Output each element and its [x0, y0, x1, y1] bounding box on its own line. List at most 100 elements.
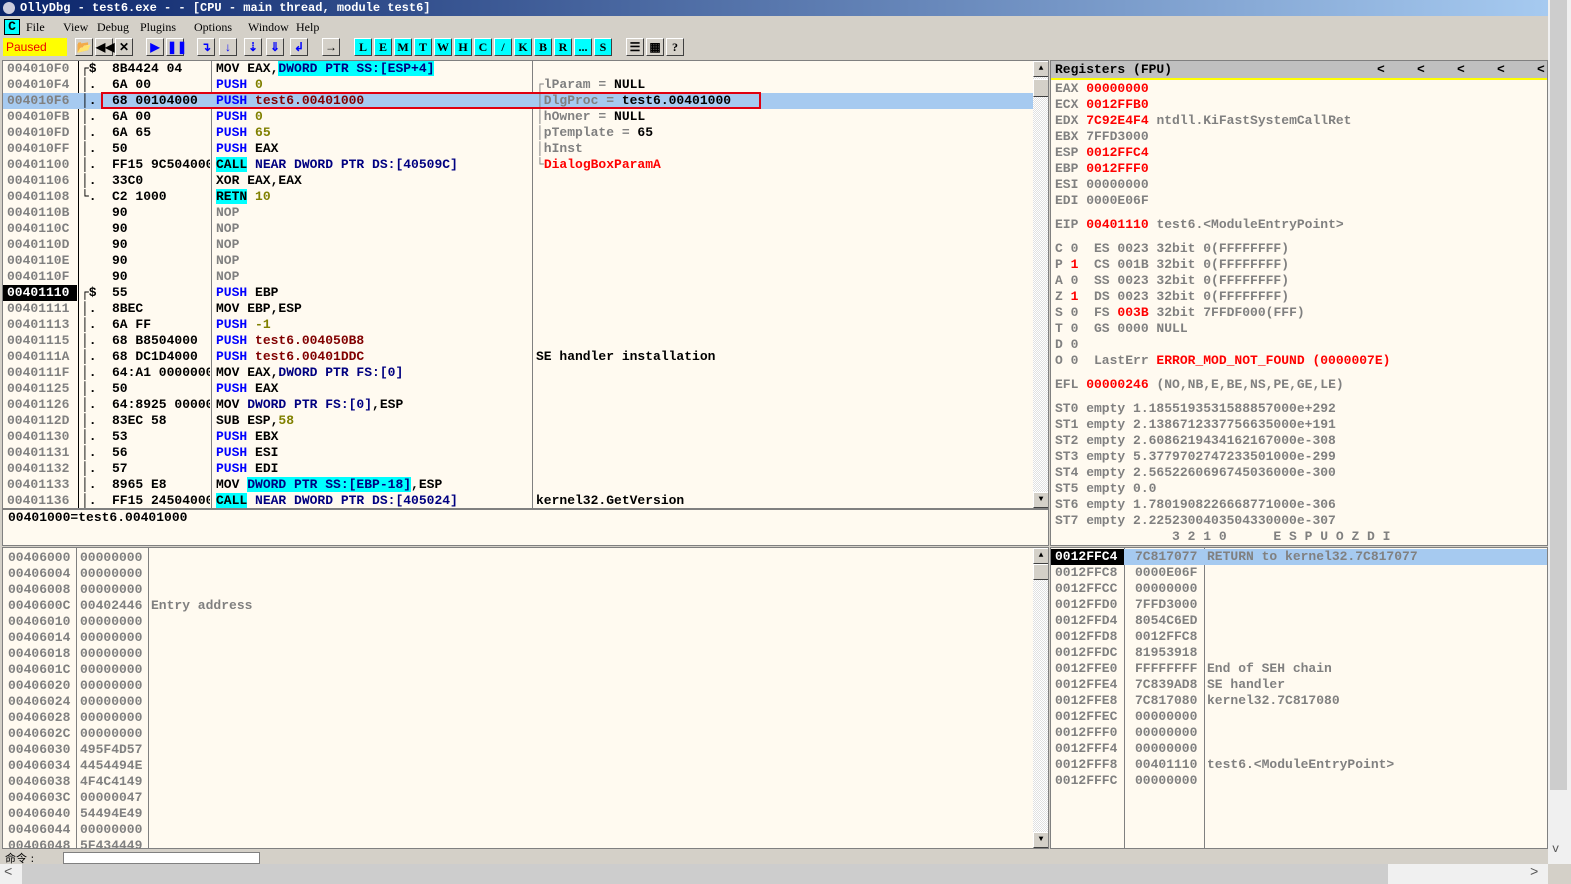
disasm-row[interactable]: 00401100 │. FF15 9C504000 CALL NEAR DWORD P…	[3, 157, 1048, 173]
toolbar-step-over-button[interactable]: ↓	[219, 38, 237, 56]
disasm-row[interactable]: 0040110D 90 NOP	[3, 237, 1048, 253]
register-line[interactable]: EDX 7C92E4F4 ntdll.KiFastSystemCallRet	[1055, 113, 1547, 129]
dump-row[interactable]: 00406028 00000000	[3, 710, 1048, 726]
disasm-row[interactable]: 00401110 ┌$ 55 PUSH EBP	[3, 285, 1048, 301]
toolbar-trace-over-button[interactable]: ⇓	[266, 38, 284, 56]
disasm-row[interactable]: 00401125 │. 50 PUSH EAX	[3, 381, 1048, 397]
register-line[interactable]: ST1 empty 2.1386712337756635000e+191	[1055, 417, 1547, 433]
register-line[interactable]: S 0 FS 003B 32bit 7FFDF000(FFF)	[1055, 305, 1547, 321]
toolbar-pause-button[interactable]: ❚❚	[166, 38, 187, 56]
disasm-row[interactable]: 0040110F 90 NOP	[3, 269, 1048, 285]
disasm-row[interactable]: 00401131 │. 56 PUSH ESI	[3, 445, 1048, 461]
horizontal-scrollbar[interactable]: < >	[0, 864, 1548, 884]
disasm-row[interactable]: 00401113 │. 6A FF PUSH -1	[3, 317, 1048, 333]
window-button-8[interactable]: K	[514, 38, 532, 56]
dump-row[interactable]: 00406010 00000000	[3, 614, 1048, 630]
dump-row[interactable]: 00406004 00000000	[3, 566, 1048, 582]
register-line[interactable]: ST7 empty 2.2252300403504330000e-307	[1055, 513, 1547, 529]
register-line[interactable]: A 0 SS 0023 32bit 0(FFFFFFFF)	[1055, 273, 1547, 289]
disasm-row[interactable]: 0040110E 90 NOP	[3, 253, 1048, 269]
dump-row[interactable]: 00406038 4F4C4149	[3, 774, 1048, 790]
register-line[interactable]: EBP 0012FFF0	[1055, 161, 1547, 177]
disasm-row[interactable]: 004010FF │. 50 PUSH EAX │hInst	[3, 141, 1048, 157]
register-view-prev-arrow[interactable]: <	[1377, 62, 1385, 77]
register-line[interactable]: EFL 00000246 (NO,NB,E,BE,NS,PE,GE,LE)	[1055, 377, 1547, 393]
scroll-up-arrow[interactable]: ▲	[1033, 61, 1048, 77]
menu-window[interactable]: Window	[248, 17, 289, 37]
stack-row[interactable]: 0012FFE0 FFFFFFFF End of SEH chain	[1051, 661, 1547, 677]
window-button-6[interactable]: C	[474, 38, 492, 56]
stack-row[interactable]: 0012FFC4 7C817077 RETURN to kernel32.7C817…	[1051, 549, 1547, 565]
dump-row[interactable]: 0040603C 00000047	[3, 790, 1048, 806]
register-view-prev-arrow[interactable]: <	[1417, 62, 1425, 77]
dump-row[interactable]: 00406018 00000000	[3, 646, 1048, 662]
stack-row[interactable]: 0012FFEC 00000000	[1051, 709, 1547, 725]
window-button-7[interactable]: /	[494, 38, 512, 56]
menu-file[interactable]: File	[26, 17, 45, 37]
stack-row[interactable]: 0012FFF8 00401110 test6.<ModuleEntryPoint>	[1051, 757, 1547, 773]
register-line[interactable]: ST3 empty 5.3779702747233501000e-299	[1055, 449, 1547, 465]
stack-row[interactable]: 0012FFE4 7C839AD8 SE handler	[1051, 677, 1547, 693]
window-button-2[interactable]: M	[394, 38, 412, 56]
scroll-up-arrow[interactable]: ▲	[1033, 548, 1048, 564]
toolbar-go-to-user-code-button[interactable]: →	[322, 38, 340, 56]
menu-options[interactable]: Options	[194, 17, 232, 37]
menu-plugins[interactable]: Plugins	[140, 17, 176, 37]
help-button[interactable]: ?	[666, 38, 684, 56]
command-input[interactable]	[63, 852, 260, 864]
register-line[interactable]: T 0 GS 0000 NULL	[1055, 321, 1547, 337]
scroll-right-arrow[interactable]: >	[1530, 865, 1538, 881]
disasm-row[interactable]: 004010F4 │. 6A 00 PUSH 0 ┌lParam = NULL	[3, 77, 1048, 93]
dump-row[interactable]: 00406048 5F434449	[3, 838, 1048, 848]
window-button-4[interactable]: W	[434, 38, 452, 56]
toolbar-execute-till-return-button[interactable]: ↲	[290, 38, 308, 56]
toolbar-run-button[interactable]: ▶	[146, 38, 164, 56]
window-button-10[interactable]: R	[554, 38, 572, 56]
dump-row[interactable]: 00406040 54494E49	[3, 806, 1048, 822]
stack-row[interactable]: 0012FFE8 7C817080 kernel32.7C817080	[1051, 693, 1547, 709]
scroll-down-arrow[interactable]: ▼	[1033, 492, 1048, 508]
register-line[interactable]: ESI 00000000	[1055, 177, 1547, 193]
register-line[interactable]: C 0 ES 0023 32bit 0(FFFFFFFF)	[1055, 241, 1547, 257]
disasm-row[interactable]: 00401108 └. C2 1000 RETN 10	[3, 189, 1048, 205]
register-line[interactable]: ST0 empty 1.1855193531588857000e+292	[1055, 401, 1547, 417]
disasm-scrollbar[interactable]: ▲ ▼	[1033, 61, 1048, 508]
register-line[interactable]: ST2 empty 2.6086219434162167000e-308	[1055, 433, 1547, 449]
dump-row[interactable]: 0040600C 00402446 Entry address	[3, 598, 1048, 614]
dump-row[interactable]: 00406030 495F4D57	[3, 742, 1048, 758]
register-line[interactable]: P 1 CS 001B 32bit 0(FFFFFFFF)	[1055, 257, 1547, 273]
register-line[interactable]: EAX 00000000	[1055, 81, 1547, 97]
stack-pane[interactable]: 0012FFC4 7C817077 RETURN to kernel32.7C817…	[1050, 547, 1548, 849]
registers-header[interactable]: Registers (FPU) < < < < <	[1051, 61, 1547, 80]
stack-row[interactable]: 0012FFF0 00000000	[1051, 725, 1547, 741]
register-line[interactable]: ESP 0012FFC4	[1055, 145, 1547, 161]
registers-pane[interactable]: Registers (FPU) < < < < < EAX 00000000 ECX 00…	[1050, 60, 1548, 546]
dump-row[interactable]: 00406034 4454494E	[3, 758, 1048, 774]
disasm-row[interactable]: 00401126 │. 64:8925 00000000 MOV DWORD PTR …	[3, 397, 1048, 413]
dump-row[interactable]: 0040602C 00000000	[3, 726, 1048, 742]
dump-row[interactable]: 00406000 00000000	[3, 550, 1048, 566]
dump-row[interactable]: 0040601C 00000000	[3, 662, 1048, 678]
register-line[interactable]: EDI 0000E06F	[1055, 193, 1547, 209]
register-view-prev-arrow[interactable]: <	[1457, 62, 1465, 77]
window-button-12[interactable]: S	[594, 38, 612, 56]
dump-row[interactable]: 00406020 00000000	[3, 678, 1048, 694]
disasm-row[interactable]: 004010FD │. 6A 65 PUSH 65 │pTemplate = 65	[3, 125, 1048, 141]
disasm-row[interactable]: 0040110C 90 NOP	[3, 221, 1048, 237]
register-view-prev-arrow[interactable]: <	[1497, 62, 1505, 77]
disasm-row[interactable]: 00401133 │. 8965 E8 MOV DWORD PTR SS:[EBP-1…	[3, 477, 1048, 493]
register-line[interactable]: ECX 0012FFB0	[1055, 97, 1547, 113]
disasm-row[interactable]: 004010FB │. 6A 00 PUSH 0 │hOwner = NULL	[3, 109, 1048, 125]
dump-row[interactable]: 00406014 00000000	[3, 630, 1048, 646]
register-line[interactable]: ST4 empty 2.5652260696745036000e-300	[1055, 465, 1547, 481]
cpu-window-icon[interactable]: C	[4, 19, 20, 35]
register-line[interactable]: ST6 empty 1.7801908226668771000e-306	[1055, 497, 1547, 513]
scroll-thumb[interactable]	[1033, 564, 1048, 580]
dump-row[interactable]: 00406008 00000000	[3, 582, 1048, 598]
colors-button[interactable]: ▦	[646, 38, 664, 56]
vertical-scroll-thumb[interactable]	[1550, 0, 1567, 790]
toolbar-restart-button[interactable]: ◀◀	[95, 38, 114, 56]
register-line[interactable]: O 0 LastErr ERROR_MOD_NOT_FOUND (0000007…	[1055, 353, 1547, 369]
window-button-5[interactable]: H	[454, 38, 472, 56]
disassembly-pane[interactable]: 004010F0 ┌$ 8B4424 04 MOV EAX,DWORD PTR SS:…	[2, 60, 1049, 509]
